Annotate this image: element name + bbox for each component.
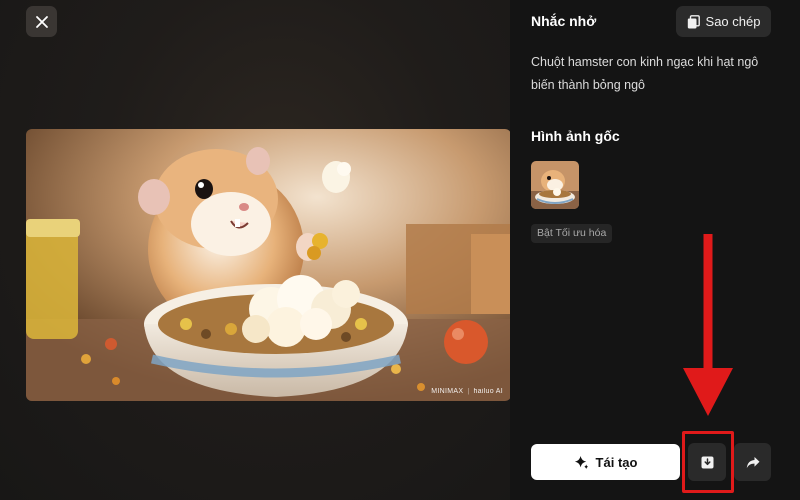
original-image-thumbnail[interactable] — [531, 161, 579, 209]
share-button[interactable] — [734, 443, 771, 481]
regenerate-button[interactable]: Tái tạo — [531, 444, 680, 480]
copy-button[interactable]: Sao chép — [676, 6, 771, 37]
regenerate-label: Tái tạo — [595, 454, 638, 470]
original-image-title: Hình ảnh gốc — [531, 128, 620, 144]
download-icon — [701, 456, 713, 468]
close-icon — [35, 15, 48, 28]
hamster-popcorn-image — [26, 129, 511, 401]
preview-area: MINIMAX | hailuo AI — [0, 0, 511, 500]
prompt-text: Chuột hamster con kinh ngạc khi hạt ngô … — [531, 55, 759, 92]
watermark: MINIMAX | hailuo AI — [431, 388, 503, 395]
close-button[interactable] — [26, 6, 57, 37]
prompt-title: Nhắc nhở — [531, 13, 597, 29]
thumbnail-image — [531, 161, 579, 209]
watermark-minimax: MINIMAX — [431, 388, 464, 395]
details-panel: Nhắc nhở Sao chép Chuột hamster con kinh… — [510, 0, 800, 500]
sparkle-icon — [574, 455, 588, 469]
generated-image: MINIMAX | hailuo AI — [26, 129, 511, 401]
watermark-separator: | — [467, 388, 470, 395]
optimize-badge: Bật Tối ưu hóa — [531, 224, 613, 243]
copy-button-label: Sao chép — [705, 14, 761, 29]
download-button[interactable] — [688, 443, 726, 481]
copy-icon — [687, 14, 700, 28]
share-icon — [746, 456, 759, 468]
watermark-hailuo: hailuo AI — [473, 388, 503, 395]
